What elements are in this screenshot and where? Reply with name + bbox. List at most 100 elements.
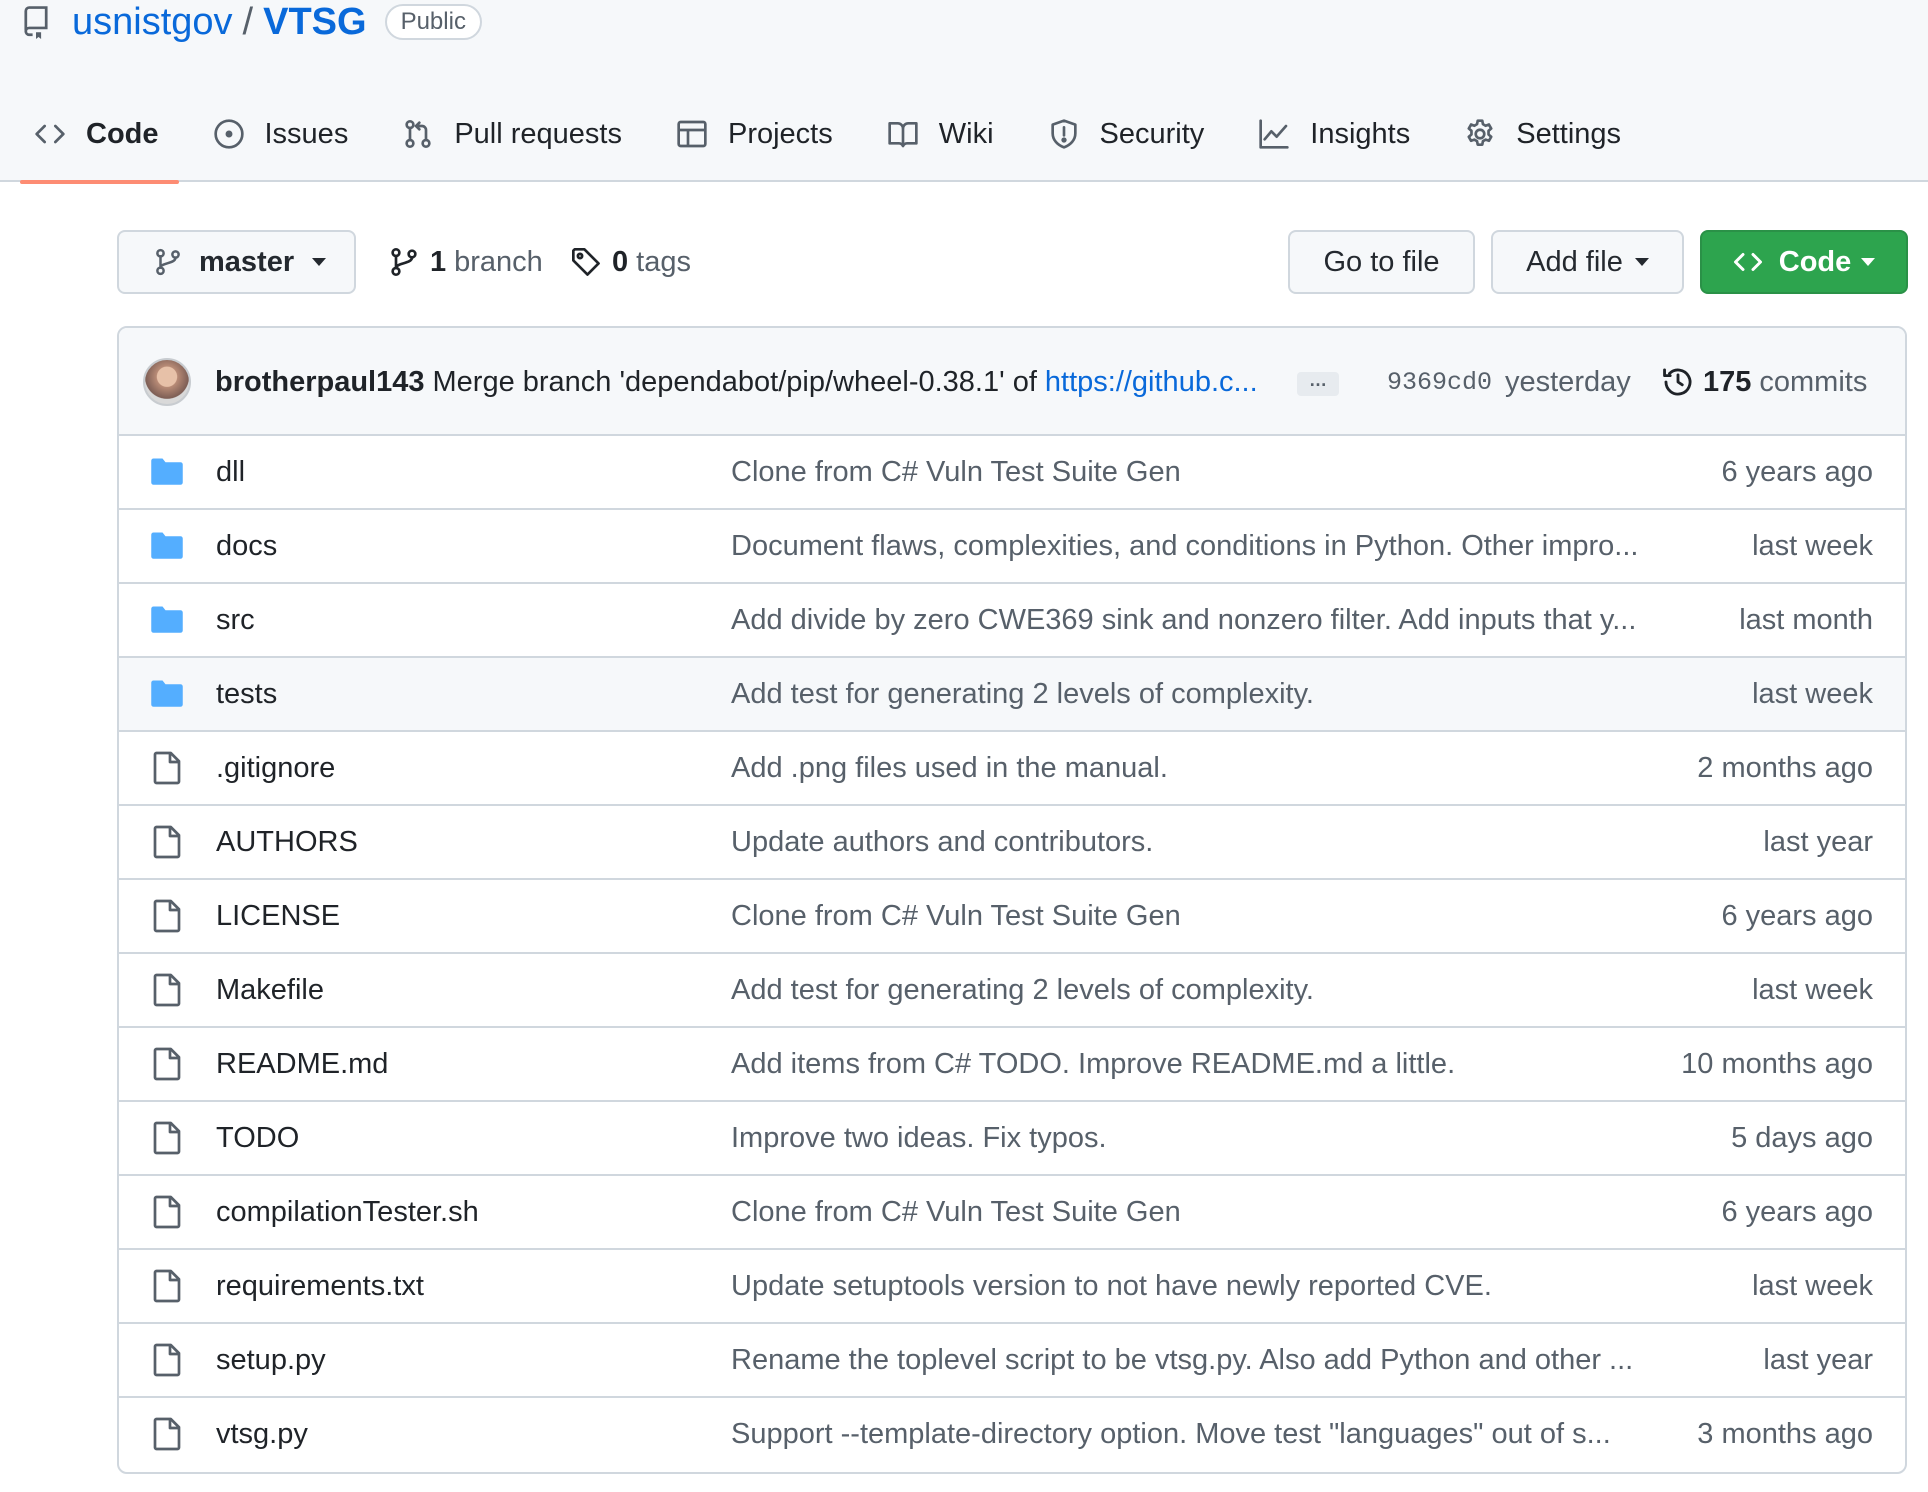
file-row[interactable]: src Add divide by zero CWE369 sink and no… [119, 584, 1905, 658]
file-name-link[interactable]: vtsg.py [216, 1398, 308, 1470]
file-name-link[interactable]: compilationTester.sh [216, 1176, 479, 1248]
file-commit-age: last week [1752, 1269, 1873, 1302]
repo-name-link[interactable]: VTSG [263, 1, 366, 44]
file-row[interactable]: Makefile Add test for generating 2 levels… [119, 954, 1905, 1028]
branches-link[interactable]: 1 branch [388, 244, 543, 280]
code-dropdown-button[interactable]: Code [1700, 230, 1908, 294]
tab-projects[interactable]: Projects [642, 106, 853, 162]
file-commit-message-link[interactable]: Add items from C# TODO. Improve README.m… [731, 1028, 1691, 1100]
file-commit-message-link[interactable]: Update setuptools version to not have ne… [731, 1250, 1691, 1322]
tab-security-label: Security [1099, 117, 1205, 150]
tag-count: 0 [612, 245, 629, 278]
file-commit-message-link[interactable]: Clone from C# Vuln Test Suite Gen [731, 880, 1691, 952]
file-name-link[interactable]: requirements.txt [216, 1250, 424, 1322]
visibility-badge: Public [384, 4, 482, 40]
file-commit-message-link[interactable]: Clone from C# Vuln Test Suite Gen [731, 436, 1691, 508]
file-commit-age: last year [1763, 1343, 1873, 1376]
file-commit-message-link[interactable]: Document flaws, complexities, and condit… [731, 510, 1691, 582]
file-name-link[interactable]: setup.py [216, 1324, 326, 1396]
file-icon [153, 973, 181, 1007]
file-commit-message-link[interactable]: Clone from C# Vuln Test Suite Gen [731, 1176, 1691, 1248]
file-commit-age: 6 years ago [1721, 899, 1873, 932]
shield-icon [1050, 119, 1077, 149]
file-row[interactable]: LICENSE Clone from C# Vuln Test Suite Gen… [119, 880, 1905, 954]
file-name-link[interactable]: AUTHORS [216, 806, 358, 878]
file-row[interactable]: .gitignore Add .png files used in the man… [119, 732, 1905, 806]
commit-time: yesterday [1505, 365, 1631, 398]
avatar[interactable] [143, 358, 191, 406]
file-icon [153, 825, 181, 859]
file-commit-message-link[interactable]: Rename the toplevel script to be vtsg.py… [731, 1324, 1691, 1396]
file-icon [153, 1417, 181, 1451]
commits-history-link[interactable]: 175 commits [1661, 328, 1867, 436]
add-file-button[interactable]: Add file [1491, 230, 1684, 294]
repo-title: usnistgov / VTSG Public [22, 0, 482, 44]
file-row[interactable]: docs Document flaws, complexities, and co… [119, 510, 1905, 584]
commit-author[interactable]: brotherpaul143 [215, 366, 425, 399]
file-rows: dll Clone from C# Vuln Test Suite Gen 6 ye… [119, 436, 1905, 1472]
file-commit-message-link[interactable]: Add .png files used in the manual. [731, 732, 1691, 804]
folder-icon [151, 606, 183, 633]
tab-wiki[interactable]: Wiki [853, 106, 1014, 162]
commit-message-text[interactable]: Merge branch 'dependabot/pip/wheel-0.38.… [433, 366, 1037, 399]
file-name-link[interactable]: docs [216, 510, 277, 582]
file-name-link[interactable]: .gitignore [216, 732, 335, 804]
file-row[interactable]: requirements.txt Update setuptools versio… [119, 1250, 1905, 1324]
file-row[interactable]: vtsg.py Support --template-directory opti… [119, 1398, 1905, 1472]
folder-icon [151, 458, 183, 485]
file-icon [153, 899, 181, 933]
file-row[interactable]: dll Clone from C# Vuln Test Suite Gen 6 ye… [119, 436, 1905, 510]
file-commit-message-link[interactable]: Support --template-directory option. Mov… [731, 1398, 1691, 1470]
branch-name: master [199, 245, 295, 278]
file-name-link[interactable]: TODO [216, 1102, 299, 1174]
repo-owner-link[interactable]: usnistgov [72, 1, 233, 44]
file-name-link[interactable]: dll [216, 436, 245, 508]
file-row[interactable]: TODO Improve two ideas. Fix typos. 5 days … [119, 1102, 1905, 1176]
code-icon [35, 124, 65, 144]
tab-wiki-label: Wiki [938, 117, 994, 150]
branch-select-button[interactable]: master [117, 230, 356, 294]
tab-issues-label: Issues [264, 117, 349, 150]
tag-word: tags [636, 245, 691, 278]
pull-request-icon [405, 120, 431, 148]
go-to-file-button[interactable]: Go to file [1288, 230, 1475, 294]
commit-sha[interactable]: 9369cd0 [1387, 328, 1492, 436]
file-commit-message-link[interactable]: Improve two ideas. Fix typos. [731, 1102, 1691, 1174]
branch-word: branch [454, 245, 543, 278]
file-row[interactable]: tests Add test for generating 2 levels of… [119, 658, 1905, 732]
repo-path-separator: / [242, 0, 254, 43]
file-name-link[interactable]: README.md [216, 1028, 388, 1100]
tab-code[interactable]: Code [0, 106, 179, 184]
file-name-link[interactable]: tests [216, 658, 277, 730]
tab-pull-requests[interactable]: Pull requests [368, 106, 642, 162]
file-commit-message-link[interactable]: Add divide by zero CWE369 sink and nonze… [731, 584, 1691, 656]
tab-insights[interactable]: Insights [1224, 106, 1430, 162]
file-name-link[interactable]: src [216, 584, 255, 656]
expand-commit-message-button[interactable]: … [1297, 371, 1339, 396]
tab-settings-label: Settings [1516, 117, 1622, 150]
tab-settings[interactable]: Settings [1430, 106, 1641, 162]
file-commit-message-link[interactable]: Update authors and contributors. [731, 806, 1691, 878]
commit-word: commits [1759, 365, 1868, 398]
file-name-link[interactable]: Makefile [216, 954, 324, 1026]
folder-icon [151, 680, 183, 707]
file-row[interactable]: compilationTester.sh Clone from C# Vuln T… [119, 1176, 1905, 1250]
tab-insights-label: Insights [1310, 117, 1411, 150]
tab-security[interactable]: Security [1014, 106, 1225, 162]
file-commit-message-link[interactable]: Add test for generating 2 levels of comp… [731, 658, 1691, 730]
repo-nav-tabs: Code Issues Pull requests Projects Wiki … [0, 106, 1641, 184]
file-name-link[interactable]: LICENSE [216, 880, 340, 952]
git-branch-icon [156, 248, 180, 276]
file-icon [153, 1047, 181, 1081]
tags-link[interactable]: 0 tags [570, 244, 691, 280]
file-row[interactable]: README.md Add items from C# TODO. Improve… [119, 1028, 1905, 1102]
file-row[interactable]: setup.py Rename the toplevel script to be… [119, 1324, 1905, 1398]
commit-message-link[interactable]: https://github.c... [1045, 366, 1258, 399]
file-icon [153, 1195, 181, 1229]
tab-pull-requests-label: Pull requests [454, 117, 622, 150]
chevron-down-icon [312, 258, 327, 266]
tab-issues[interactable]: Issues [179, 106, 369, 162]
file-commit-age: 5 days ago [1731, 1121, 1873, 1154]
file-row[interactable]: AUTHORS Update authors and contributors. l… [119, 806, 1905, 880]
file-commit-message-link[interactable]: Add test for generating 2 levels of comp… [731, 954, 1691, 1026]
